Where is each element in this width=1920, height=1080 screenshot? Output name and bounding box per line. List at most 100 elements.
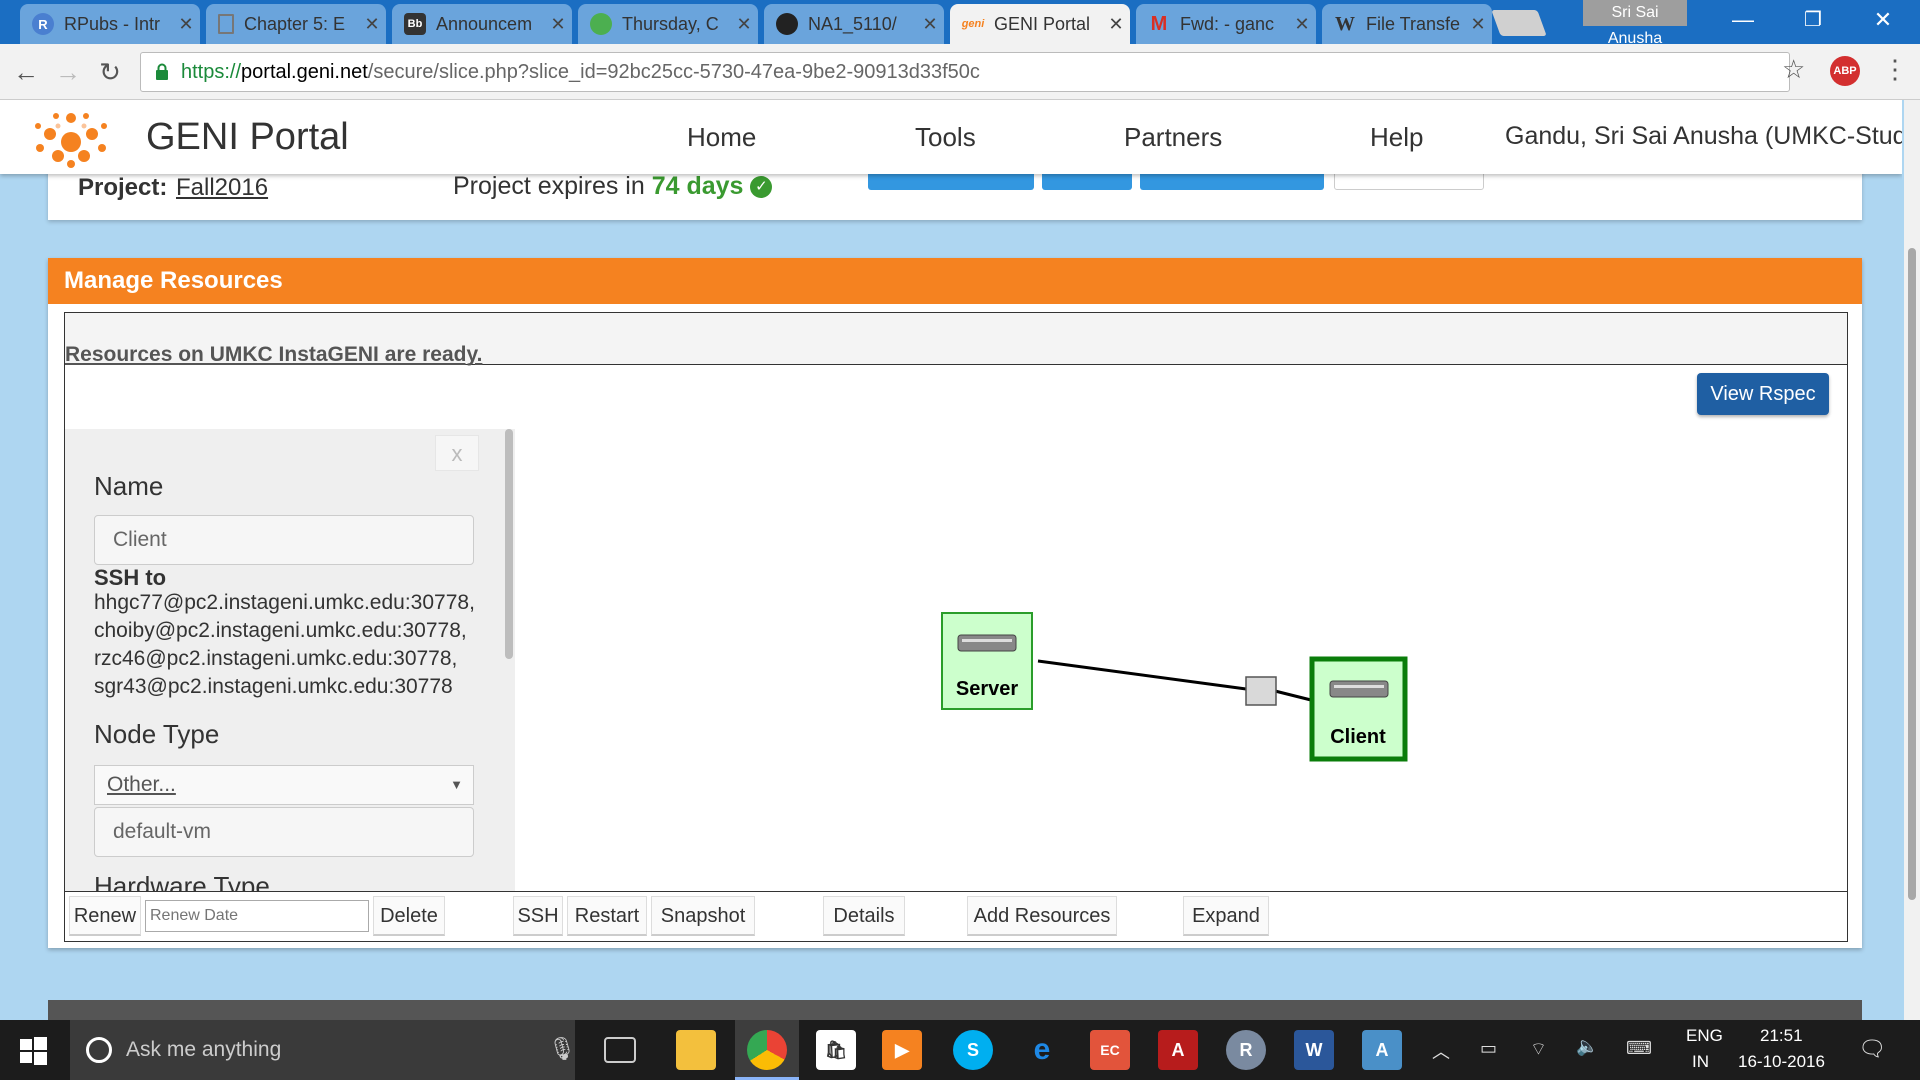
volume-icon[interactable]: 🔈 (1576, 1036, 1598, 1057)
chrome-icon[interactable] (747, 1030, 787, 1070)
tray-chevron-icon[interactable]: ︿ (1432, 1038, 1450, 1064)
bookmark-star-icon[interactable]: ☆ (1782, 54, 1805, 85)
lan-link-node[interactable] (1245, 676, 1277, 706)
tab-announcements[interactable]: Bb Announcem ✕ (392, 4, 572, 44)
project-label: Project: (78, 174, 168, 201)
tab-title: Thursday, C (622, 13, 719, 34)
wifi-icon[interactable]: ⌔ (1530, 1038, 1547, 1061)
cortana-search-box[interactable]: Ask me anything 🎙 (70, 1020, 576, 1080)
renew-date-input[interactable] (145, 900, 369, 932)
notes-app-icon[interactable]: A (1362, 1030, 1402, 1070)
close-icon[interactable]: ✕ (172, 14, 200, 35)
delete-button[interactable]: Delete (373, 896, 445, 936)
tab-rpubs[interactable]: R RPubs - Intr ✕ (20, 4, 200, 44)
close-icon[interactable]: ✕ (1288, 14, 1316, 35)
nav-tools[interactable]: Tools (915, 122, 976, 153)
close-icon[interactable]: ✕ (730, 14, 758, 35)
manage-resources-title: Manage Resources (48, 258, 1862, 304)
close-icon[interactable]: ✕ (544, 14, 572, 35)
edge-icon[interactable]: e (1022, 1030, 1062, 1070)
tab-thursday[interactable]: Thursday, C ✕ (578, 4, 758, 44)
name-label: Name (94, 471, 164, 501)
tab-title: File Transfe (1366, 13, 1461, 34)
action-center-icon[interactable]: 🗨 (1858, 1036, 1886, 1062)
portal-header: GENI Portal Home Tools Partners Help Gan… (0, 100, 1902, 174)
tab-title: Chapter 5: E (244, 13, 346, 34)
dict-app-icon[interactable]: EC (1090, 1030, 1130, 1070)
tab-gmail[interactable]: M Fwd: - ganc ✕ (1136, 4, 1316, 44)
adblock-icon[interactable]: ABP (1830, 56, 1860, 86)
media-player-icon[interactable]: ▶ (882, 1030, 922, 1070)
node-name-field[interactable]: Client (94, 515, 474, 565)
add-resources-button[interactable]: Add Resources (967, 896, 1117, 936)
store-icon[interactable]: 🛍 (816, 1030, 856, 1070)
battery-icon[interactable]: ▭ (1480, 1038, 1497, 1059)
page-content: Project: Fall2016 Project expires in 74 … (0, 100, 1902, 1020)
wikipedia-icon: W (1335, 12, 1355, 35)
r-icon[interactable]: R (1226, 1030, 1266, 1070)
clock-time[interactable]: 21:51 (1760, 1026, 1803, 1046)
panel-scrollbar[interactable] (505, 429, 513, 659)
tab-file-transfer[interactable]: W File Transfe ✕ (1322, 4, 1492, 44)
chrome-menu-icon[interactable]: ⋮ (1882, 54, 1908, 85)
new-tab-button[interactable] (1491, 10, 1547, 36)
server-icon (1329, 680, 1389, 698)
node-type-value-field[interactable]: default-vm (94, 807, 474, 857)
close-panel-button[interactable]: x (435, 435, 479, 471)
nav-home[interactable]: Home (687, 122, 756, 153)
project-link[interactable]: Fall2016 (176, 174, 268, 202)
user-menu[interactable]: Gandu, Sri Sai Anusha (UMKC-Student) (1505, 122, 1902, 151)
region-indicator[interactable]: IN (1692, 1052, 1709, 1072)
check-icon: ✓ (750, 176, 773, 199)
cortana-icon (86, 1037, 112, 1063)
close-icon[interactable]: ✕ (1464, 14, 1492, 35)
close-icon[interactable]: ✕ (1102, 14, 1130, 35)
page-scrollbar[interactable] (1904, 100, 1920, 1020)
back-arrow-icon[interactable]: ← (10, 56, 42, 88)
server-node[interactable]: Server (941, 612, 1033, 710)
tab-github[interactable]: NA1_5110/ ✕ (764, 4, 944, 44)
url-input[interactable]: https://portal.geni.net/secure/slice.php… (140, 52, 1790, 92)
skype-icon[interactable]: S (953, 1030, 993, 1070)
restart-button[interactable]: Restart (567, 896, 647, 936)
topology-canvas[interactable]: Server Client (535, 429, 1835, 891)
expand-button[interactable]: Expand (1183, 896, 1269, 936)
clock-date[interactable]: 16-10-2016 (1738, 1052, 1825, 1072)
client-node[interactable]: Client (1309, 656, 1408, 762)
microphone-icon[interactable]: 🎙 (548, 1036, 576, 1062)
close-window-icon[interactable]: ✕ (1848, 0, 1918, 40)
tab-chapter5[interactable]: Chapter 5: E ✕ (206, 4, 386, 44)
nav-help[interactable]: Help (1370, 122, 1423, 153)
forward-arrow-icon[interactable]: → (52, 56, 84, 88)
node-type-select[interactable]: Other... ▼ (94, 765, 474, 805)
view-rspec-button[interactable]: View Rspec (1697, 373, 1829, 415)
geni-logo[interactable] (28, 104, 114, 170)
close-icon[interactable]: ✕ (916, 14, 944, 35)
close-icon[interactable]: ✕ (358, 14, 386, 35)
nav-partners[interactable]: Partners (1124, 122, 1222, 153)
task-view-icon[interactable] (604, 1037, 636, 1063)
tab-geni-portal[interactable]: geni GENI Portal ✕ (950, 4, 1130, 44)
keyboard-icon[interactable]: ⌨ (1626, 1038, 1652, 1059)
details-button[interactable]: Details (823, 896, 905, 936)
file-explorer-icon[interactable] (676, 1030, 716, 1070)
windows-start-icon[interactable] (18, 1036, 48, 1066)
ssh-button[interactable]: SSH (513, 896, 563, 936)
language-indicator[interactable]: ENG (1686, 1026, 1723, 1046)
acrobat-icon[interactable]: A (1158, 1030, 1198, 1070)
topology-graph: Server Client (941, 612, 1408, 762)
profile-button[interactable]: Sri Sai Anusha (1583, 0, 1687, 47)
tab-title: Announcem (436, 13, 533, 34)
word-icon[interactable]: W (1294, 1030, 1334, 1070)
resource-toolbar: Renew Delete SSH Restart Snapshot Detail… (65, 891, 1847, 941)
minimize-icon[interactable]: — (1708, 0, 1778, 40)
rpubs-icon: R (32, 13, 54, 35)
hardware-type-label: Hardware Type (94, 871, 270, 891)
aggregate-status[interactable]: Resources on UMKC InstaGENI are ready. (65, 343, 482, 367)
scrollbar-thumb[interactable] (1908, 248, 1916, 900)
client-label: Client (1330, 726, 1386, 748)
reload-icon[interactable]: ↻ (94, 56, 126, 88)
snapshot-button[interactable]: Snapshot (651, 896, 755, 936)
renew-button[interactable]: Renew (69, 896, 141, 936)
restore-icon[interactable]: ❐ (1778, 0, 1848, 40)
